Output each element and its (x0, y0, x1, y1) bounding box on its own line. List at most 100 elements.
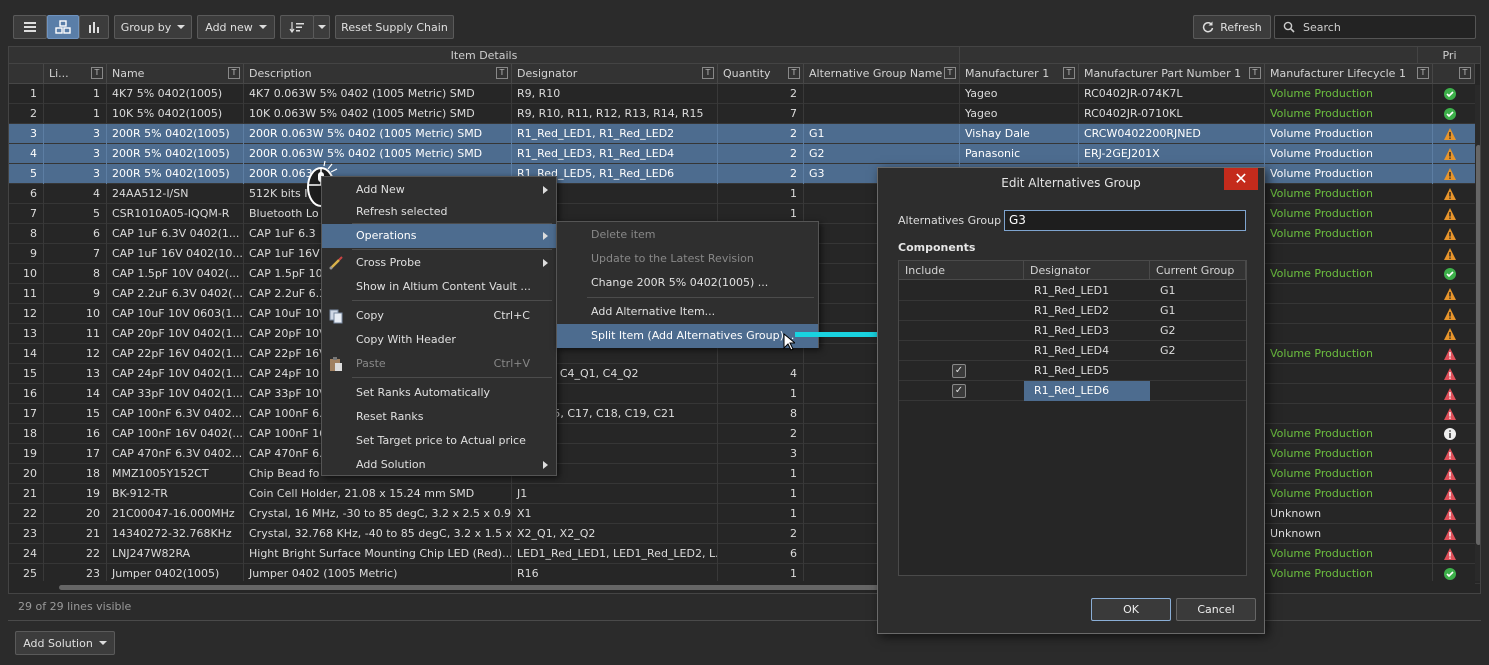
sort-button[interactable] (280, 15, 314, 39)
submenu-update-latest[interactable]: Update to the Latest Revision (557, 247, 818, 271)
filter-icon[interactable]: T (228, 67, 240, 79)
chevron-right-icon (543, 232, 548, 240)
filter-icon[interactable]: T (702, 67, 714, 79)
line-number: 13 (44, 364, 107, 384)
component-row[interactable]: ✓ R1_Red_LED5 (899, 361, 1246, 381)
row-index: 6 (9, 184, 44, 204)
grouped-view-button[interactable] (47, 15, 79, 39)
name-cell: CAP 2.2uF 6.3V 0402(... (107, 284, 244, 304)
menu-reset-ranks[interactable]: Reset Ranks (322, 405, 556, 429)
menu-copy-with-header[interactable]: Copy With Header (322, 328, 556, 352)
error-icon (1444, 408, 1456, 420)
quantity-cell: 1 (718, 384, 804, 404)
col-alt-group-name[interactable]: Alternative Group Name T (804, 64, 960, 84)
col-line[interactable]: Li... T (44, 64, 107, 84)
col-description[interactable]: Description T (244, 64, 512, 84)
alt-group-cell: G1 (804, 124, 960, 144)
filter-icon[interactable]: T (91, 67, 103, 79)
line-number: 17 (44, 444, 107, 464)
ok-button[interactable]: OK (1091, 598, 1171, 621)
col-index[interactable] (9, 64, 44, 84)
ok-check-icon (1444, 108, 1456, 120)
horizontal-scroll-thumb[interactable] (59, 585, 879, 590)
alt-group-input[interactable]: G3 (1004, 210, 1246, 231)
lifecycle-cell (1265, 384, 1433, 404)
sort-dropdown[interactable] (313, 15, 330, 39)
search-input[interactable]: Search (1274, 15, 1476, 39)
menu-copy[interactable]: Copy Ctrl+C (322, 304, 556, 328)
menu-add-new[interactable]: Add New (322, 178, 556, 202)
menu-add-solution[interactable]: Add Solution (322, 453, 556, 477)
table-row[interactable]: 1 1 4K7 5% 0402(1005) 4K7 0.063W 5% 0402 (1… (9, 84, 1480, 104)
submenu-add-alt-item[interactable]: Add Alternative Item... (557, 300, 818, 324)
designator-cell: R1_Red_LED1 (1034, 284, 1110, 297)
lifecycle-cell: Volume Production (1265, 464, 1433, 484)
error-icon (1444, 348, 1456, 360)
menu-set-ranks-auto[interactable]: Set Ranks Automatically (322, 381, 556, 405)
menu-refresh-selected[interactable]: Refresh selected (322, 200, 556, 224)
name-cell: 200R 5% 0402(1005) (107, 144, 244, 164)
component-row[interactable]: R1_Red_LED3 G2 (899, 321, 1246, 341)
table-row[interactable]: 4 3 200R 5% 0402(1005) 200R 0.063W 5% 0402 … (9, 144, 1480, 164)
submenu-split-item[interactable]: Split Item (Add Alternatives Group)... (557, 324, 818, 348)
col-designator[interactable]: Designator (1024, 261, 1150, 280)
add-solution-button[interactable]: Add Solution (15, 631, 115, 655)
chart-view-button[interactable] (79, 15, 109, 39)
menu-set-target-price[interactable]: Set Target price to Actual price (322, 429, 556, 453)
col-lifecycle-1[interactable]: Manufacturer Lifecycle 1T (1265, 64, 1433, 84)
col-quantity[interactable]: Quantity T (718, 64, 804, 84)
col-designator[interactable]: Designator T (512, 64, 718, 84)
chevron-down-icon (98, 641, 107, 645)
menu-operations[interactable]: Operations (322, 224, 556, 248)
col-current-group[interactable]: Current Group (1150, 261, 1246, 280)
filter-icon[interactable]: T (1063, 67, 1075, 79)
component-row[interactable]: R1_Red_LED2 G1 (899, 301, 1246, 321)
col-mpn-1[interactable]: Manufacturer Part Number 1T (1079, 64, 1265, 84)
submenu-change[interactable]: Change 200R 5% 0402(1005) ... (557, 271, 818, 295)
list-view-button[interactable] (13, 15, 47, 39)
manufacturer-cell: Yageo (960, 84, 1079, 104)
include-checkbox[interactable]: ✓ (952, 364, 966, 378)
warning-icon (1444, 288, 1456, 300)
reset-supply-chain-button[interactable]: Reset Supply Chain (335, 15, 454, 39)
lifecycle-cell: Volume Production (1265, 124, 1433, 144)
manufacturer-cell: Vishay Dale (960, 124, 1079, 144)
chevron-right-icon (543, 186, 548, 194)
filter-icon[interactable]: T (1249, 67, 1261, 79)
name-cell: CAP 470nF 6.3V 0402... (107, 444, 244, 464)
components-label: Components (898, 241, 976, 254)
col-manufacturer-1[interactable]: Manufacturer 1T (960, 64, 1079, 84)
close-button[interactable]: ✕ (1224, 168, 1258, 190)
component-row[interactable]: R1_Red_LED4 G2 (899, 341, 1246, 361)
filter-icon[interactable]: T (1459, 67, 1471, 79)
current-group-cell (1150, 381, 1246, 401)
refresh-button[interactable]: Refresh (1193, 15, 1271, 39)
lifecycle-cell: Volume Production (1265, 204, 1433, 224)
include-checkbox[interactable]: ✓ (952, 384, 966, 398)
lifecycle-cell: Unknown (1265, 504, 1433, 524)
filter-icon[interactable]: T (944, 67, 956, 79)
line-number: 3 (44, 164, 107, 184)
col-status[interactable]: T (1433, 64, 1475, 84)
mpn-cell: CRCW0402200RJNED (1079, 124, 1265, 144)
col-name[interactable]: Name T (107, 64, 244, 84)
line-number: 6 (44, 224, 107, 244)
filter-icon[interactable]: T (496, 67, 508, 79)
menu-paste[interactable]: Paste Ctrl+V (322, 352, 556, 376)
group-by-dropdown[interactable]: Group by (114, 15, 192, 39)
filter-icon[interactable]: T (1417, 67, 1429, 79)
description-cell: Crystal, 16 MHz, -30 to 85 degC, 3.2 x 2… (244, 504, 512, 524)
table-row[interactable]: 3 3 200R 5% 0402(1005) 200R 0.063W 5% 0402 … (9, 124, 1480, 144)
col-include[interactable]: Include (899, 261, 1024, 280)
description-cell: 200R 0.063W 5% 0402 (1005 Metric) SMD (244, 144, 512, 164)
add-new-dropdown[interactable]: Add new (197, 15, 275, 39)
menu-show-in-vault[interactable]: Show in Altium Content Vault ... (322, 275, 556, 299)
menu-cross-probe[interactable]: Cross Probe (322, 251, 556, 275)
component-row[interactable]: ✓ R1_Red_LED6 (899, 381, 1246, 401)
cancel-button[interactable]: Cancel (1176, 598, 1256, 621)
component-row[interactable]: R1_Red_LED1 G1 (899, 281, 1246, 301)
table-row[interactable]: 2 1 10K 5% 0402(1005) 10K 0.063W 5% 0402 (1… (9, 104, 1480, 124)
filter-icon[interactable]: T (788, 67, 800, 79)
vertical-scroll-thumb[interactable] (1476, 145, 1480, 545)
submenu-delete-item[interactable]: Delete item (557, 223, 818, 247)
